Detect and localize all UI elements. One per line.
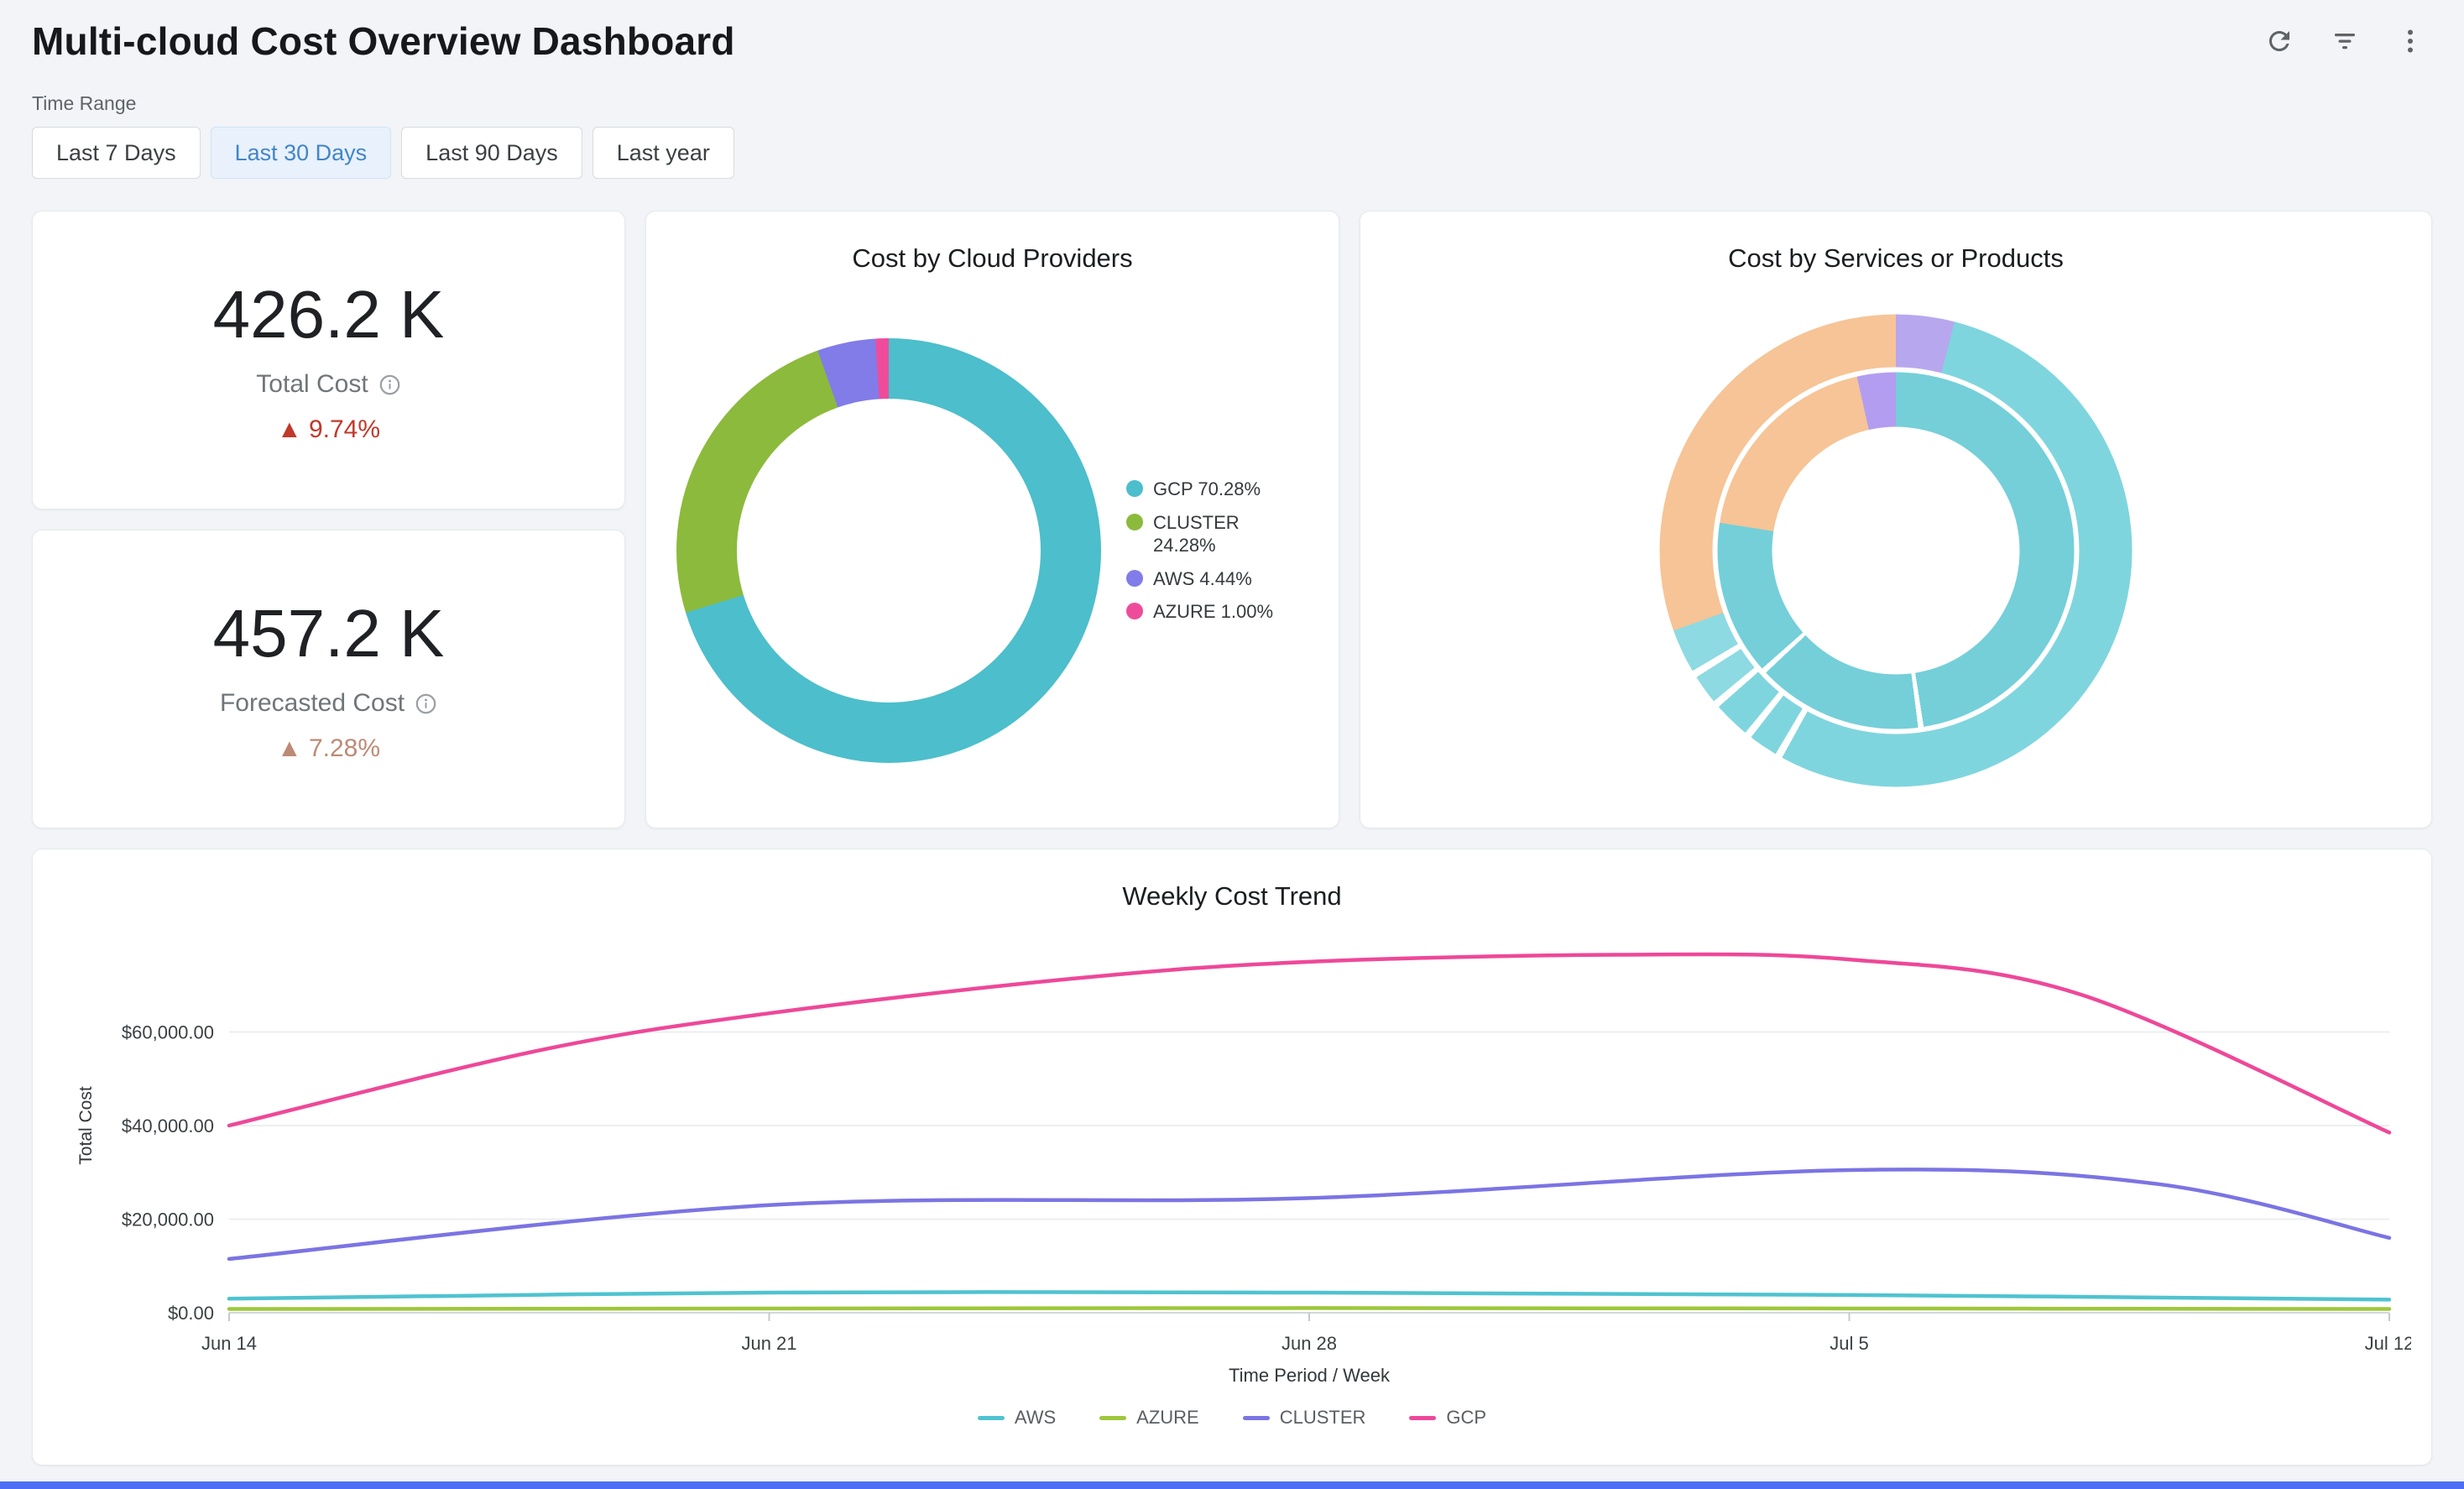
svg-text:$20,000.00: $20,000.00 [122,1209,214,1230]
providers-donut[interactable] [676,338,1101,763]
legend-dot-azure [1126,603,1143,619]
legend-label: AWS 4.44% [1153,567,1252,591]
svg-text:Jun 21: Jun 21 [741,1333,796,1354]
forecasted-cost-delta-badge: ▲ 7.28% [277,734,380,763]
kpi-card-total-cost: 426.2 K Total Cost ▲ 9.74% [32,211,625,509]
weekly-cost-trend-card: Weekly Cost Trend $0.00 $20,000.00 $40,000… [32,849,2432,1465]
page-title: Multi-cloud Cost Overview Dashboard [32,18,735,64]
filter-icon [2330,26,2360,56]
trend-legend-item[interactable]: AWS [978,1407,1056,1429]
providers-chart-body: GCP 70.28% CLUSTER 24.28% AWS 4.44% AZUR… [646,274,1339,828]
legend-label: AZURE [1136,1407,1199,1429]
provider-legend-item[interactable]: CLUSTER 24.28% [1126,511,1294,557]
kpi-column: 426.2 K Total Cost ▲ 9.74% 457.2 K Forec… [32,211,625,828]
forecasted-cost-label: Forecasted Cost [220,689,405,718]
cost-by-providers-card: Cost by Cloud Providers GCP 70.28% CLUST… [645,211,1339,828]
services-sunburst[interactable] [1660,315,2133,787]
legend-dot-aws [1126,570,1143,587]
top-cards-row: 426.2 K Total Cost ▲ 9.74% 457.2 K Forec… [32,211,2432,828]
dashboard-page: Multi-cloud Cost Overview Dashboard [0,0,2464,1465]
svg-text:$0.00: $0.00 [168,1303,214,1324]
svg-text:$60,000.00: $60,000.00 [122,1022,214,1043]
providers-legend: GCP 70.28% CLUSTER 24.28% AWS 4.44% AZUR… [1126,478,1294,624]
trend-chart-title: Weekly Cost Trend [53,849,2411,912]
trend-legend-item[interactable]: AZURE [1099,1407,1199,1429]
time-range-group: Last 7 Days Last 30 Days Last 90 Days La… [32,127,2432,179]
refresh-button[interactable] [2258,19,2301,63]
filter-button[interactable] [2323,19,2367,63]
header-actions [2258,19,2432,63]
svg-text:$40,000.00: $40,000.00 [122,1115,214,1136]
forecasted-cost-value: 457.2 K [213,595,445,672]
legend-dot-cluster [1126,514,1143,530]
svg-text:Total Cost: Total Cost [76,1086,96,1165]
total-cost-delta-badge: ▲ 9.74% [277,415,380,444]
svg-text:Jul 12: Jul 12 [2365,1333,2411,1354]
more-button[interactable] [2388,19,2432,63]
legend-line-aws [978,1416,1005,1420]
services-chart-title: Cost by Services or Products [1360,212,2431,274]
trend-legend-item[interactable]: CLUSTER [1243,1407,1366,1429]
legend-dot-gcp [1126,480,1143,497]
bottom-accent-bar [0,1481,2464,1489]
legend-line-azure [1099,1416,1126,1420]
legend-line-cluster [1243,1416,1270,1420]
info-icon[interactable] [378,374,401,396]
services-ring-hole [1772,427,2020,675]
provider-legend-item[interactable]: AWS 4.44% [1126,567,1294,591]
legend-label: AWS [1015,1407,1056,1429]
legend-label: GCP [1446,1407,1486,1429]
legend-label: CLUSTER [1280,1407,1366,1429]
svg-text:Time Period / Week: Time Period / Week [1229,1365,1391,1386]
total-cost-label: Total Cost [256,370,368,399]
total-cost-value: 426.2 K [213,276,445,353]
legend-label: CLUSTER 24.28% [1153,511,1294,557]
legend-label: AZURE 1.00% [1153,600,1273,624]
cost-by-services-card: Cost by Services or Products [1360,211,2432,828]
legend-line-gcp [1409,1416,1436,1420]
time-range-option-last-30-days[interactable]: Last 30 Days [211,127,392,179]
time-range-option-last-90-days[interactable]: Last 90 Days [401,127,582,179]
svg-text:Jun 14: Jun 14 [201,1333,257,1354]
kebab-menu-icon [2395,26,2425,56]
providers-donut-hole [737,399,1041,703]
svg-text:Jun 28: Jun 28 [1282,1333,1337,1354]
trend-chart[interactable]: $0.00 $20,000.00 $40,000.00 $60,000.00 Jun 1… [53,923,2411,1393]
time-range-option-last-year[interactable]: Last year [593,127,734,179]
provider-legend-item[interactable]: GCP 70.28% [1126,478,1294,501]
svg-text:Jul 5: Jul 5 [1830,1333,1868,1354]
provider-legend-item[interactable]: AZURE 1.00% [1126,600,1294,624]
refresh-icon [2264,26,2294,56]
top-bar: Multi-cloud Cost Overview Dashboard [32,18,2432,64]
legend-label: GCP 70.28% [1153,478,1261,501]
time-range-label: Time Range [32,92,2432,115]
trend-legend-item[interactable]: GCP [1409,1407,1486,1429]
kpi-card-forecasted-cost: 457.2 K Forecasted Cost ▲ 7.28% [32,530,625,828]
providers-chart-title: Cost by Cloud Providers [646,212,1339,274]
time-range-option-last-7-days[interactable]: Last 7 Days [32,127,201,179]
trend-legend: AWS AZURE CLUSTER GCP [53,1407,2411,1429]
services-chart-body [1360,274,2431,828]
info-icon[interactable] [415,692,437,715]
